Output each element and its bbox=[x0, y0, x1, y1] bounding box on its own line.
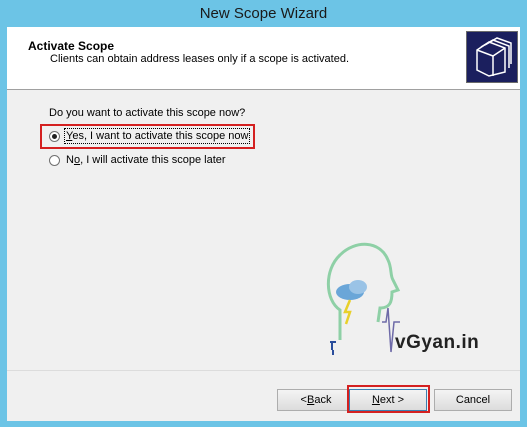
wizard-header: Activate Scope Clients can obtain addres… bbox=[7, 27, 520, 90]
activation-question: Do you want to activate this scope now? bbox=[49, 107, 246, 119]
folders-icon bbox=[466, 31, 518, 83]
activate-now-option[interactable]: Yes, I want to activate this scope now bbox=[49, 128, 251, 144]
activate-now-label: Yes, I want to activate this scope now bbox=[63, 128, 251, 144]
watermark-text: vGyan.in bbox=[395, 332, 480, 353]
cancel-button[interactable]: Cancel bbox=[434, 389, 512, 411]
next-button[interactable]: Next > bbox=[349, 389, 427, 411]
radio-button-unchecked[interactable] bbox=[49, 154, 60, 166]
activate-later-option[interactable]: No, I will activate this scope later bbox=[49, 154, 226, 166]
wizard-client-area: Activate Scope Clients can obtain addres… bbox=[7, 27, 520, 421]
wizard-body: Do you want to activate this scope now? … bbox=[7, 90, 520, 370]
radio-button-checked[interactable] bbox=[49, 130, 60, 142]
activate-later-label: No, I will activate this scope later bbox=[66, 154, 226, 166]
window-title: New Scope Wizard bbox=[199, 5, 328, 22]
back-button[interactable]: < Back bbox=[277, 389, 355, 411]
page-title: Activate Scope bbox=[28, 39, 115, 53]
wizard-footer: < Back Next > Cancel bbox=[7, 370, 520, 421]
wizard-window: New Scope Wizard Activate Scope Clients … bbox=[0, 0, 527, 427]
page-subtitle: Clients can obtain address leases only i… bbox=[50, 53, 349, 65]
